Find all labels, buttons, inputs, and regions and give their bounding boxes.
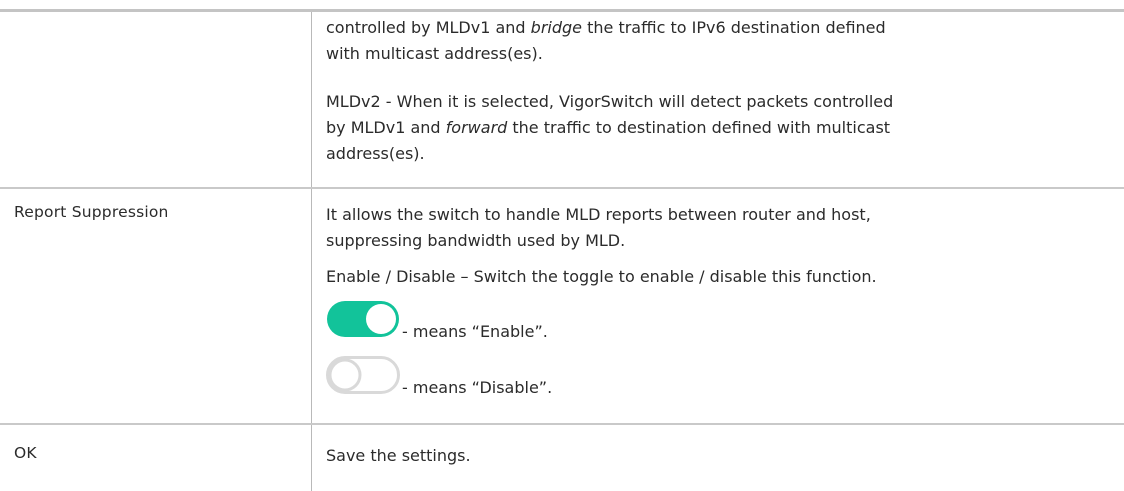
disable-meaning: - means “Disable”. bbox=[402, 378, 553, 397]
mldv2-line-2: by MLDv1 and forward the traffic to dest… bbox=[326, 115, 1116, 141]
text-segment: the traffic to destination defined with … bbox=[507, 118, 891, 137]
table-top-border bbox=[0, 9, 1124, 12]
mldv2-line-3: address(es). bbox=[326, 144, 425, 163]
desc-line-2: suppressing bandwidth used by MLD. bbox=[326, 231, 626, 250]
toggle-off-icon bbox=[326, 356, 400, 394]
text-segment: the traffic to IPv6 destination defined bbox=[582, 18, 886, 37]
column-divider bbox=[311, 12, 312, 491]
ok-label: OK bbox=[14, 444, 37, 462]
toggle-instruction: Enable / Disable – Switch the toggle to … bbox=[326, 267, 877, 286]
toggle-on-icon bbox=[327, 301, 399, 337]
row-divider bbox=[0, 423, 1124, 425]
emphasis-forward: forward bbox=[445, 118, 508, 137]
enable-meaning: - means “Enable”. bbox=[402, 322, 548, 341]
row-divider bbox=[0, 187, 1124, 189]
mldv2-description: MLDv2 - When it is selected, VigorSwitch… bbox=[326, 89, 1116, 167]
report-suppression-description: It allows the switch to handle MLD repor… bbox=[326, 202, 1116, 254]
ok-description: Save the settings. bbox=[326, 446, 471, 465]
emphasis-bridge: bridge bbox=[530, 18, 583, 37]
text-segment: controlled by MLDv1 and bbox=[326, 18, 531, 37]
mldv1-description: controlled by MLDv1 and bridge the traff… bbox=[326, 15, 1116, 67]
report-suppression-label: Report Suppression bbox=[14, 203, 169, 221]
mldv1-line-1: controlled by MLDv1 and bridge the traff… bbox=[326, 15, 1116, 41]
mldv1-line-2: with multicast address(es). bbox=[326, 44, 543, 63]
mldv2-line-1: MLDv2 - When it is selected, VigorSwitch… bbox=[326, 92, 894, 111]
desc-line-1: It allows the switch to handle MLD repor… bbox=[326, 205, 871, 224]
text-segment: by MLDv1 and bbox=[326, 118, 446, 137]
